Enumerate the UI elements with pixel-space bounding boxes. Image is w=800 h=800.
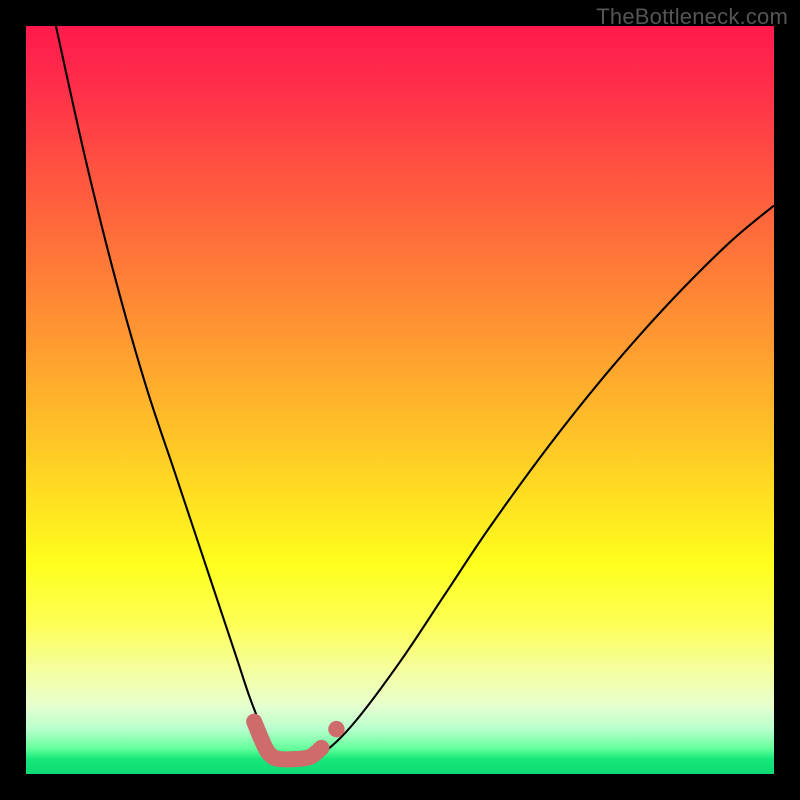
- attribution-text: TheBottleneck.com: [596, 4, 788, 30]
- plot-area: [26, 26, 774, 774]
- bottleneck-curve: [56, 26, 774, 760]
- bottom-marker-end-dot: [328, 721, 344, 737]
- bottom-marker: [254, 722, 321, 760]
- curve-layer: [26, 26, 774, 774]
- chart-frame: TheBottleneck.com: [0, 0, 800, 800]
